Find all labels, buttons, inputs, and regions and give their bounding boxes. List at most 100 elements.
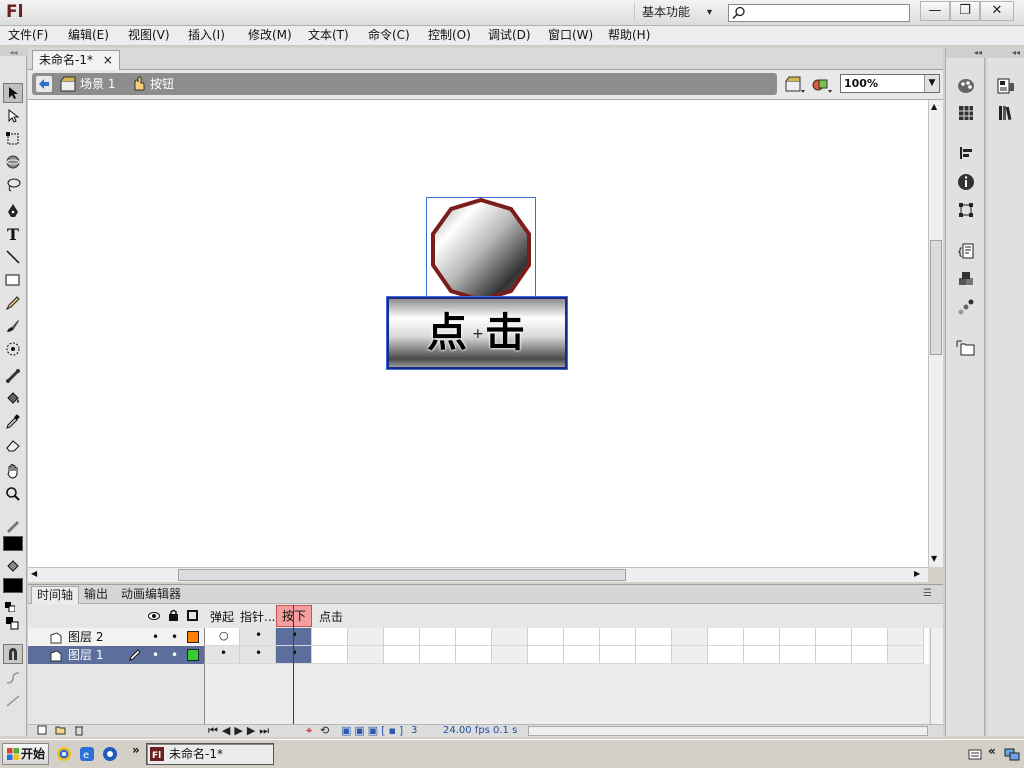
- tab-motion-editor[interactable]: 动画编辑器: [116, 586, 186, 604]
- pen-tool-icon[interactable]: [3, 201, 23, 221]
- settings-quicklaunch-icon[interactable]: [102, 746, 118, 762]
- frames-grid[interactable]: ○ • • • • •: [204, 628, 929, 664]
- eye-icon[interactable]: [148, 610, 160, 622]
- minimize-button[interactable]: —: [920, 1, 950, 21]
- edit-scene-icon[interactable]: [784, 75, 806, 95]
- menu-commands[interactable]: 命令(C): [368, 27, 410, 44]
- collapse-grip[interactable]: ◂◂: [0, 48, 27, 57]
- layer-color-swatch[interactable]: [187, 649, 199, 661]
- bone-tool-icon[interactable]: [3, 366, 23, 386]
- menu-window[interactable]: 窗口(W): [548, 27, 593, 44]
- frame-cell[interactable]: •: [204, 646, 240, 664]
- menu-modify[interactable]: 修改(M): [248, 27, 292, 44]
- back-arrow-icon[interactable]: [36, 76, 52, 92]
- frame-cell[interactable]: [564, 646, 600, 664]
- frame-label-up[interactable]: 弹起: [210, 608, 234, 625]
- new-layer-icon[interactable]: [37, 725, 47, 735]
- quicklaunch-chevron[interactable]: »: [132, 743, 140, 757]
- frame-cell[interactable]: [456, 628, 492, 646]
- frame-cell[interactable]: [780, 646, 816, 664]
- frame-cell-selected[interactable]: •: [276, 646, 312, 664]
- close-tab-icon[interactable]: ×: [103, 53, 113, 67]
- pencil-tool-icon[interactable]: [3, 293, 23, 313]
- menu-help[interactable]: 帮助(H): [608, 27, 650, 44]
- lock-icon[interactable]: [168, 609, 179, 621]
- search-input[interactable]: [728, 4, 910, 22]
- maximize-button[interactable]: ❐: [950, 1, 980, 21]
- scroll-down-icon[interactable]: ▼: [931, 554, 937, 563]
- start-button[interactable]: 开始: [2, 743, 49, 765]
- frame-cell[interactable]: [852, 628, 888, 646]
- subselection-tool-icon[interactable]: [3, 106, 23, 126]
- lock-dot[interactable]: •: [171, 628, 178, 646]
- paint-bucket-tool-icon[interactable]: [3, 389, 23, 409]
- loop-icon[interactable]: ⟲: [320, 724, 329, 737]
- motion-presets-icon[interactable]: [955, 296, 977, 318]
- close-button[interactable]: ✕: [980, 1, 1014, 21]
- ie-quicklaunch-icon[interactable]: e: [79, 746, 95, 762]
- project-panel-icon[interactable]: [955, 337, 977, 359]
- menu-control[interactable]: 控制(O): [428, 27, 471, 44]
- menu-edit[interactable]: 编辑(E): [68, 27, 109, 44]
- frame-cell[interactable]: [564, 628, 600, 646]
- fill-color-icon[interactable]: [3, 556, 23, 576]
- frame-cell[interactable]: [852, 646, 888, 664]
- info-panel-icon[interactable]: [955, 171, 977, 193]
- frame-cell[interactable]: [600, 628, 636, 646]
- frame-cell[interactable]: [492, 628, 528, 646]
- workspace-switcher[interactable]: 基本功能: [634, 3, 716, 22]
- taskbar-item-flash[interactable]: Fl 未命名-1*: [146, 743, 274, 765]
- components-panel-icon[interactable]: [955, 268, 977, 290]
- stage[interactable]: 点 击 +: [28, 100, 928, 567]
- decagon-shape[interactable]: [426, 197, 536, 303]
- frame-cell[interactable]: [456, 646, 492, 664]
- frame-label-hit[interactable]: 点击: [319, 608, 343, 625]
- menu-insert[interactable]: 插入(I): [188, 27, 225, 44]
- frame-cell[interactable]: [348, 628, 384, 646]
- transform-panel-icon[interactable]: [955, 199, 977, 221]
- frame-cell[interactable]: [348, 646, 384, 664]
- frame-cell[interactable]: [420, 628, 456, 646]
- lock-dot[interactable]: •: [171, 646, 178, 664]
- delete-layer-icon[interactable]: [74, 725, 84, 736]
- dock-collapse-grip[interactable]: ◂◂: [987, 48, 1024, 58]
- timeline-horizontal-scrollbar[interactable]: [528, 726, 928, 736]
- playback-controls-icon[interactable]: ⏮◀▶▶⏭: [208, 724, 273, 738]
- panel-menu-icon[interactable]: ☰: [923, 588, 932, 599]
- horizontal-scroll-thumb[interactable]: [178, 569, 626, 581]
- tab-output[interactable]: 输出: [79, 586, 113, 604]
- rectangle-tool-icon[interactable]: [3, 270, 23, 290]
- tray-expand-chevron[interactable]: «: [988, 744, 996, 758]
- eyedropper-tool-icon[interactable]: [3, 412, 23, 432]
- menu-file[interactable]: 文件(F): [8, 27, 48, 44]
- frame-cell[interactable]: [528, 628, 564, 646]
- fill-color-swatch[interactable]: [3, 578, 23, 593]
- network-tray-icon[interactable]: [1004, 746, 1020, 762]
- scroll-left-icon[interactable]: ◀: [31, 569, 37, 578]
- frame-label-over[interactable]: 指针...: [240, 608, 275, 625]
- frame-cell[interactable]: [312, 628, 348, 646]
- frame-cell-selected[interactable]: •: [276, 628, 312, 646]
- frame-cell[interactable]: [744, 646, 780, 664]
- frame-cell[interactable]: [780, 628, 816, 646]
- frame-cell[interactable]: [888, 646, 924, 664]
- scroll-up-icon[interactable]: ▲: [931, 102, 937, 111]
- frame-cell[interactable]: [420, 646, 456, 664]
- zoom-select[interactable]: 100% ▼: [840, 74, 940, 93]
- frame-cell[interactable]: [600, 646, 636, 664]
- align-panel-icon[interactable]: [955, 142, 977, 164]
- hand-tool-icon[interactable]: [3, 461, 23, 481]
- line-tool-icon[interactable]: [3, 247, 23, 267]
- frame-cell[interactable]: [384, 646, 420, 664]
- frame-cell[interactable]: [636, 646, 672, 664]
- menu-text[interactable]: 文本(T): [308, 27, 349, 44]
- deco-tool-icon[interactable]: [3, 339, 23, 359]
- straighten-icon[interactable]: [3, 691, 23, 711]
- new-folder-icon[interactable]: [55, 725, 66, 735]
- document-tab[interactable]: 未命名-1* ×: [32, 50, 120, 70]
- stroke-color-swatch[interactable]: [3, 536, 23, 551]
- frame-cell[interactable]: [708, 628, 744, 646]
- tab-timeline[interactable]: 时间轴: [31, 586, 80, 604]
- zoom-tool-icon[interactable]: [3, 484, 23, 504]
- frame-cell[interactable]: [888, 628, 924, 646]
